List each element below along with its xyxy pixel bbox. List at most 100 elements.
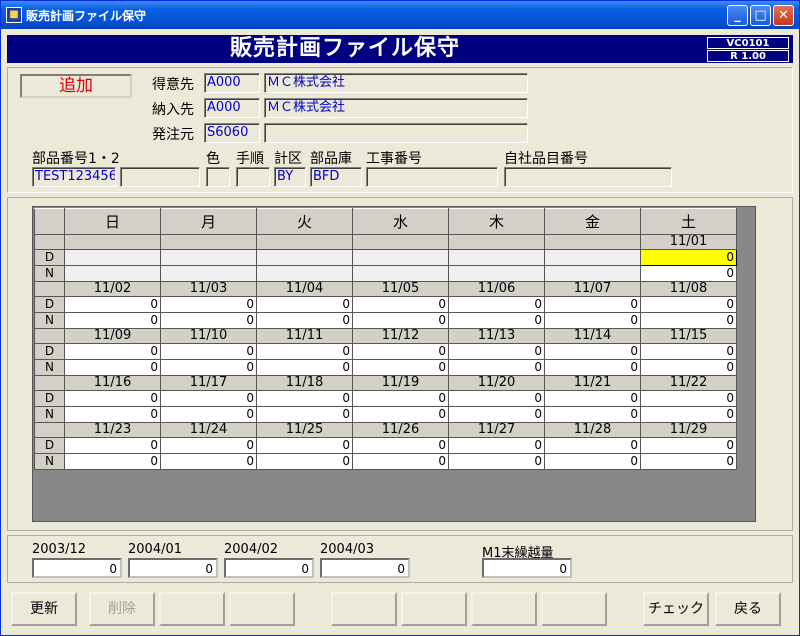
quantity-cell[interactable]: 0 — [256, 453, 353, 470]
quantity-cell[interactable]: 0 — [256, 343, 353, 360]
color-field[interactable] — [206, 167, 230, 187]
work-field[interactable] — [366, 167, 498, 187]
part-no1-field[interactable]: TEST123456 — [32, 167, 116, 187]
date-label: 11/02 — [64, 281, 161, 297]
quantity-cell[interactable]: 0 — [256, 359, 353, 376]
month-value[interactable]: 0 — [224, 558, 314, 578]
quantity-cell[interactable]: 0 — [256, 390, 353, 407]
delete-button[interactable]: 削除 — [89, 592, 155, 626]
quantity-cell[interactable]: 0 — [448, 359, 545, 376]
maximize-button[interactable]: □ — [750, 5, 771, 26]
quantity-cell[interactable]: 0 — [352, 359, 449, 376]
order-name-field[interactable] — [264, 123, 528, 143]
quantity-cell[interactable]: 0 — [64, 343, 161, 360]
quantity-cell[interactable]: 0 — [544, 390, 641, 407]
quantity-cell[interactable]: 0 — [448, 437, 545, 454]
quantity-cell[interactable]: 0 — [256, 312, 353, 329]
function-button-5[interactable] — [331, 592, 397, 626]
customer-label: 得意先 — [152, 77, 194, 93]
shift-label: D — [34, 390, 65, 407]
quantity-cell[interactable]: 0 — [640, 390, 737, 407]
function-button-8[interactable] — [541, 592, 607, 626]
function-button-7[interactable] — [471, 592, 537, 626]
close-button[interactable]: ✕ — [773, 5, 794, 26]
date-label: 11/13 — [448, 328, 545, 344]
quantity-cell[interactable]: 0 — [544, 296, 641, 313]
quantity-cell[interactable]: 0 — [64, 390, 161, 407]
quantity-cell[interactable]: 0 — [544, 343, 641, 360]
quantity-cell[interactable]: 0 — [160, 437, 257, 454]
quantity-cell[interactable]: 0 — [256, 296, 353, 313]
update-button[interactable]: 更新 — [11, 592, 77, 626]
quantity-cell[interactable]: 0 — [352, 343, 449, 360]
quantity-cell[interactable]: 0 — [64, 312, 161, 329]
plan-field[interactable]: BY — [274, 167, 306, 187]
carry-value[interactable]: 0 — [482, 558, 572, 578]
quantity-cell[interactable]: 0 — [544, 359, 641, 376]
quantity-cell[interactable]: 0 — [448, 390, 545, 407]
store-field[interactable]: BFD — [310, 167, 362, 187]
quantity-cell[interactable]: 0 — [160, 312, 257, 329]
quantity-cell[interactable]: 0 — [352, 437, 449, 454]
quantity-cell[interactable]: 0 — [448, 312, 545, 329]
function-button-4[interactable] — [229, 592, 295, 626]
quantity-cell[interactable]: 0 — [640, 343, 737, 360]
quantity-cell[interactable]: 0 — [640, 296, 737, 313]
quantity-cell[interactable]: 0 — [448, 453, 545, 470]
month-label: 2004/01 — [128, 542, 183, 557]
quantity-cell[interactable]: 0 — [448, 406, 545, 423]
quantity-cell[interactable]: 0 — [640, 249, 737, 266]
month-value[interactable]: 0 — [128, 558, 218, 578]
quantity-cell[interactable]: 0 — [64, 437, 161, 454]
empty-cell — [544, 265, 641, 282]
month-value[interactable]: 0 — [320, 558, 410, 578]
quantity-cell[interactable]: 0 — [448, 296, 545, 313]
quantity-cell[interactable]: 0 — [640, 312, 737, 329]
quantity-cell[interactable]: 0 — [544, 453, 641, 470]
quantity-cell[interactable]: 0 — [64, 406, 161, 423]
function-button-3[interactable] — [159, 592, 225, 626]
ship-name-field[interactable]: ＭＣ株式会社 — [264, 98, 528, 118]
weekday-header: 火 — [256, 208, 353, 235]
part-no2-field[interactable] — [120, 167, 200, 187]
quantity-cell[interactable]: 0 — [256, 437, 353, 454]
weekday-header: 日 — [64, 208, 161, 235]
quantity-cell[interactable]: 0 — [160, 359, 257, 376]
weekday-header: 月 — [160, 208, 257, 235]
quantity-cell[interactable]: 0 — [448, 343, 545, 360]
quantity-cell[interactable]: 0 — [352, 296, 449, 313]
back-button[interactable]: 戻る — [715, 592, 781, 626]
quantity-cell[interactable]: 0 — [640, 406, 737, 423]
quantity-cell[interactable]: 0 — [160, 406, 257, 423]
quantity-cell[interactable]: 0 — [352, 312, 449, 329]
minimize-button[interactable]: _ — [727, 5, 748, 26]
quantity-cell[interactable]: 0 — [640, 437, 737, 454]
quantity-cell[interactable]: 0 — [160, 343, 257, 360]
quantity-cell[interactable]: 0 — [352, 406, 449, 423]
quantity-cell[interactable]: 0 — [544, 406, 641, 423]
quantity-cell[interactable]: 0 — [160, 296, 257, 313]
quantity-cell[interactable]: 0 — [64, 359, 161, 376]
quantity-cell[interactable]: 0 — [544, 312, 641, 329]
quantity-cell[interactable]: 0 — [64, 296, 161, 313]
quantity-cell[interactable]: 0 — [160, 390, 257, 407]
quantity-cell[interactable]: 0 — [352, 453, 449, 470]
quantity-cell[interactable]: 0 — [544, 437, 641, 454]
customer-name-field[interactable]: ＭＣ株式会社 — [264, 73, 528, 93]
customer-code-field[interactable]: A000 — [204, 73, 260, 93]
own-field[interactable] — [504, 167, 672, 187]
function-button-6[interactable] — [401, 592, 467, 626]
quantity-cell[interactable]: 0 — [256, 406, 353, 423]
order-code-field[interactable]: S6060 — [204, 123, 260, 143]
quantity-cell[interactable]: 0 — [640, 359, 737, 376]
quantity-cell[interactable]: 0 — [352, 390, 449, 407]
month-value[interactable]: 0 — [32, 558, 122, 578]
quantity-cell[interactable]: 0 — [640, 453, 737, 470]
quantity-cell[interactable]: 0 — [64, 453, 161, 470]
quantity-cell[interactable]: 0 — [160, 453, 257, 470]
quantity-cell[interactable]: 0 — [640, 265, 737, 282]
ship-code-field[interactable]: A000 — [204, 98, 260, 118]
header-panel: 追加 得意先 A000 ＭＣ株式会社 納入先 A000 ＭＣ株式会社 発注元 S… — [7, 67, 793, 193]
check-button[interactable]: チェック — [643, 592, 709, 626]
proc-field[interactable] — [236, 167, 270, 187]
